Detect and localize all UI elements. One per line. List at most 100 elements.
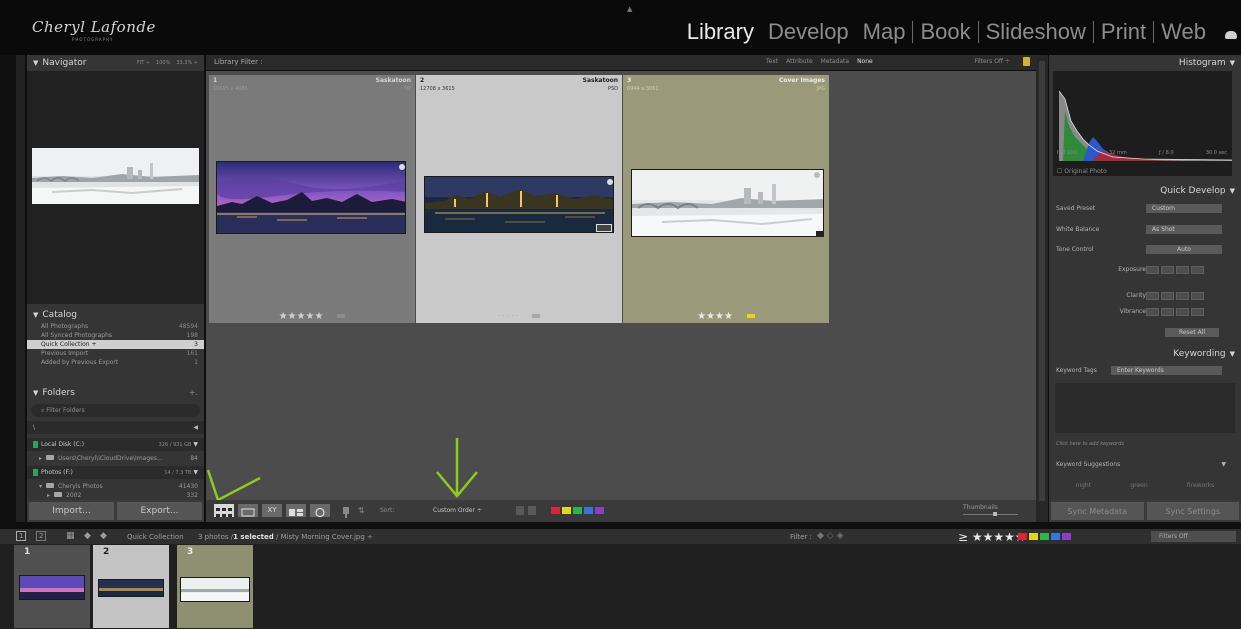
photo-thumbnail[interactable] <box>631 169 824 237</box>
volume-photos-drive[interactable]: Photos (F:) 14 / 7.3 TB ▼ <box>27 466 204 479</box>
loupe-view-icon[interactable] <box>238 504 258 517</box>
filter-color-yellow[interactable] <box>1029 533 1038 540</box>
star-rating[interactable]: ★★★★★ <box>279 311 324 322</box>
grid-icon[interactable]: ▦ <box>66 531 75 541</box>
star-rating[interactable]: · · · · · <box>498 312 518 320</box>
folder-row[interactable]: ▸ Users\Cheryl\iCloudDrive\Images... 84 <box>27 454 204 463</box>
filmstrip-filter-dropdown[interactable]: Filters Off <box>1151 531 1236 542</box>
import-button[interactable]: Import... <box>29 502 114 520</box>
navigator-preview[interactable] <box>27 71 204 304</box>
catalog-item-quick-collection[interactable]: Quick Collection + 3 <box>27 340 204 349</box>
filter-tab-none[interactable]: None <box>857 58 873 65</box>
thumbnail-size-slider[interactable] <box>963 514 1018 515</box>
module-book[interactable]: Book <box>913 19 977 45</box>
chevron-down-icon[interactable]: ▼ <box>193 469 198 476</box>
clarity-decrease[interactable] <box>1161 292 1174 300</box>
left-panel-edge[interactable] <box>16 55 25 522</box>
grid-cell-selected[interactable]: 2 Saskatoon 12708 x 3615 PSD · · · · · <box>416 75 622 323</box>
painter-icon[interactable] <box>341 504 351 518</box>
color-label-green[interactable] <box>573 507 582 514</box>
vibrance-increase-large[interactable] <box>1191 308 1204 316</box>
survey-view-icon[interactable] <box>286 504 306 517</box>
filter-tab-metadata[interactable]: Metadata <box>821 58 849 65</box>
filmstrip-thumbnail[interactable] <box>180 577 250 602</box>
sort-direction-icon[interactable]: ⇅ <box>358 504 376 517</box>
catalog-header[interactable]: ▼ Catalog <box>27 307 204 322</box>
color-label-blue[interactable] <box>584 507 593 514</box>
module-slideshow[interactable]: Slideshow <box>979 19 1093 45</box>
flag-filter-icon[interactable]: ◆ ◇ ◈ <box>817 531 844 541</box>
filter-color-green[interactable] <box>1040 533 1049 540</box>
color-label-slot[interactable] <box>532 314 541 318</box>
exposure-decrease[interactable] <box>1161 266 1174 274</box>
sort-order-dropdown[interactable]: Custom Order ÷ <box>433 507 482 514</box>
zoom-fit[interactable]: FIT ÷ <box>137 60 150 66</box>
module-develop[interactable]: Develop <box>761 19 856 45</box>
export-button[interactable]: Export... <box>117 502 202 520</box>
photo-thumbnail[interactable] <box>216 161 406 234</box>
grid-cell[interactable]: 1 Saskatoon 10655 x 4085 TIF ★★★★★ <box>209 75 415 323</box>
reset-all-button[interactable]: Reset All <box>1165 328 1219 337</box>
white-balance-dropdown[interactable]: As Shot <box>1146 225 1222 234</box>
filter-color-purple[interactable] <box>1062 533 1071 540</box>
folders-header[interactable]: ▼ Folders +. <box>27 385 204 400</box>
keyword-tags-dropdown[interactable]: Enter Keywords <box>1111 366 1222 375</box>
keyword-suggestion[interactable]: green <box>1130 482 1147 489</box>
rating-filter[interactable]: ≥ ★★★★★ <box>958 530 1026 544</box>
main-window-button[interactable]: 1 <box>16 531 27 541</box>
navigator-thumbnail[interactable] <box>32 148 199 204</box>
filmstrip-source[interactable]: Quick Collection <box>127 533 184 541</box>
keyword-suggestion[interactable]: fireworks <box>1187 482 1214 489</box>
original-photo-checkbox[interactable]: ☐ Original Photo <box>1057 168 1107 175</box>
histogram-header[interactable]: Histogram ▼ <box>1049 55 1241 70</box>
compare-view-icon[interactable]: XY <box>262 504 282 517</box>
flag-reject-icon[interactable] <box>528 506 536 515</box>
top-panel-toggle-icon[interactable]: ▲ <box>627 5 632 13</box>
chevron-left-icon[interactable]: ◀ <box>193 424 198 431</box>
add-folder-icon[interactable]: +. <box>189 388 198 397</box>
forward-arrow-icon[interactable]: ◆ <box>100 531 107 541</box>
filmstrip-thumbnail[interactable] <box>98 579 164 597</box>
filmstrip-cell[interactable]: 1 <box>14 545 90 628</box>
zoom-custom[interactable]: 33.3% ÷ <box>176 60 198 66</box>
sync-metadata-button[interactable]: Sync Metadata <box>1051 502 1144 520</box>
filmstrip-thumbnail[interactable] <box>19 575 85 600</box>
auto-tone-button[interactable]: Auto <box>1146 245 1222 254</box>
photo-thumbnail[interactable] <box>424 176 614 233</box>
color-label-yellow[interactable] <box>746 314 755 318</box>
folder-row[interactable]: ▾ Cheryls Photos 41430 <box>27 482 204 491</box>
module-map[interactable]: Map <box>856 19 913 45</box>
second-window-button[interactable]: 2 <box>36 531 47 541</box>
filter-color-red[interactable] <box>1018 533 1027 540</box>
catalog-item-added-by-export[interactable]: Added by Previous Export 1 <box>27 358 204 367</box>
color-label-purple[interactable] <box>595 507 604 514</box>
exposure-increase[interactable] <box>1176 266 1189 274</box>
color-label-slot[interactable] <box>337 314 346 318</box>
keywording-header[interactable]: Keywording ▼ <box>1049 346 1241 361</box>
keywords-textarea[interactable] <box>1055 383 1235 433</box>
folder-path-row[interactable]: \ ◀ <box>27 421 204 434</box>
grid-scrollbar[interactable] <box>1036 55 1048 522</box>
clarity-increase[interactable] <box>1176 292 1189 300</box>
saved-preset-dropdown[interactable]: Custom <box>1146 204 1222 213</box>
exposure-increase-large[interactable] <box>1191 266 1204 274</box>
people-view-icon[interactable] <box>310 504 330 518</box>
vibrance-decrease[interactable] <box>1161 308 1174 316</box>
catalog-item-previous-import[interactable]: Previous Import 161 <box>27 349 204 358</box>
filmstrip-cell[interactable]: 3 <box>177 545 253 628</box>
navigator-header[interactable]: ▼ Navigator FIT ÷ 100% 33.3% ÷ <box>27 55 204 70</box>
chevron-down-icon[interactable]: ▼ <box>193 441 198 448</box>
back-arrow-icon[interactable]: ◆ <box>84 531 91 541</box>
keyword-suggestion[interactable]: night <box>1076 482 1091 489</box>
thumbnail-size-slider-knob[interactable] <box>993 512 997 516</box>
flag-pick-icon[interactable] <box>516 506 524 515</box>
filter-tab-attribute[interactable]: Attribute <box>786 58 813 65</box>
star-rating[interactable]: ★★★★ <box>697 311 733 322</box>
color-label-yellow[interactable] <box>562 507 571 514</box>
exposure-decrease-large[interactable] <box>1146 266 1159 274</box>
color-label-red[interactable] <box>551 507 560 514</box>
selected-filename[interactable]: / Misty Morning Cover.jpg ÷ <box>276 533 373 541</box>
catalog-item-all-photographs[interactable]: All Photographs 48594 <box>27 322 204 331</box>
filmstrip-cell-selected[interactable]: 2 <box>93 545 169 628</box>
histogram[interactable] <box>1053 71 1233 176</box>
